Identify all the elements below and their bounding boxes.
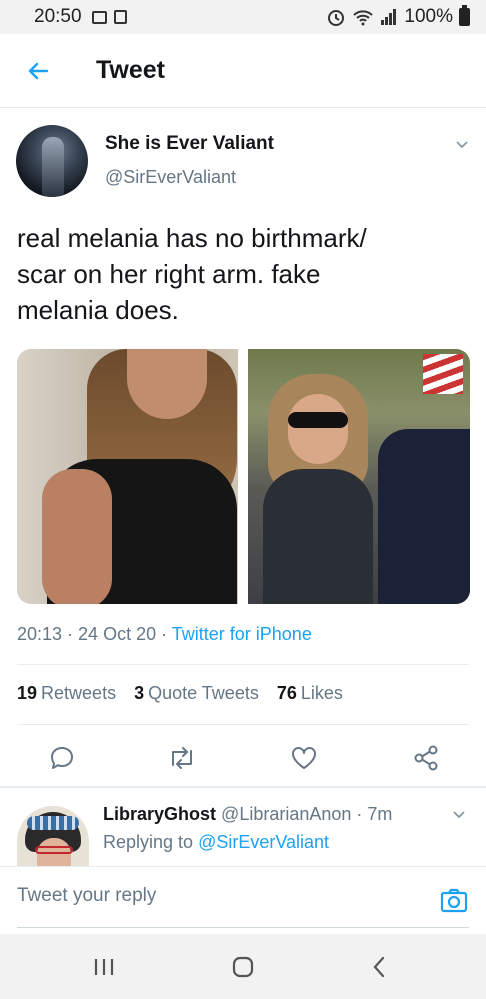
author-handle[interactable]: @SirEverValiant [105, 167, 236, 188]
tweet-stats: 19 Retweets 3 Quote Tweets 76 Likes [17, 683, 343, 704]
system-nav-bar [0, 934, 486, 999]
page-title: Tweet [96, 56, 165, 84]
section-divider [0, 786, 486, 788]
chevron-down-icon[interactable] [452, 808, 466, 822]
divider [17, 724, 469, 725]
battery-percent: 100% [404, 6, 453, 27]
status-bar: 20:50 100% [0, 0, 486, 34]
recent-apps-button[interactable] [91, 954, 117, 980]
replying-to: Replying to @SirEverValiant [103, 832, 330, 852]
author-name[interactable]: She is Ever Valiant [105, 133, 274, 155]
share-icon [414, 745, 438, 771]
back-arrow-icon[interactable] [26, 59, 50, 83]
tweet-text: real melania has no birthmark/ scar on h… [17, 220, 467, 328]
tweet-photo-1[interactable] [17, 349, 238, 604]
retweets-stat[interactable]: 19 Retweets [17, 683, 116, 704]
recent-apps-icon [94, 959, 114, 975]
tweet-photo-2[interactable] [248, 349, 470, 604]
tweet-source-link[interactable]: Twitter for iPhone [172, 624, 312, 644]
reply-input[interactable] [17, 885, 397, 907]
timestamp-text: 20:13 · 24 Oct 20 · [17, 624, 172, 644]
reply-button[interactable] [47, 743, 77, 773]
battery-icon [459, 5, 470, 26]
likes-stat[interactable]: 76 Likes [277, 683, 343, 704]
gallery-notification-icon [91, 10, 107, 24]
divider [17, 664, 469, 665]
reply-author-avatar[interactable] [17, 806, 89, 866]
reply-author-handle-time: @LibrarianAnon · 7m [221, 804, 393, 824]
chevron-down-icon[interactable] [455, 138, 469, 152]
app-notification-icon [113, 10, 127, 24]
like-icon [292, 747, 316, 769]
signal-icon [381, 9, 397, 25]
status-time: 20:50 [34, 6, 82, 27]
reply-icon [51, 747, 73, 769]
reply-header: LibraryGhost @LibrarianAnon · 7m [103, 804, 392, 825]
retweet-button[interactable] [167, 743, 197, 773]
author-avatar[interactable] [16, 125, 88, 197]
reply-compose-bar [0, 866, 486, 934]
tweet-text-line: real melania has no birthmark/ [17, 223, 367, 253]
retweet-icon [172, 747, 192, 769]
share-button[interactable] [411, 743, 441, 773]
back-button[interactable] [366, 954, 392, 980]
alarm-icon [328, 10, 345, 26]
top-app-bar: Tweet [0, 34, 486, 108]
reply-author-name[interactable]: LibraryGhost [103, 804, 216, 824]
back-icon [373, 956, 385, 978]
camera-icon[interactable] [440, 887, 468, 913]
replying-to-mention[interactable]: @SirEverValiant [198, 832, 329, 852]
wifi-icon [353, 10, 374, 26]
home-icon [232, 956, 254, 978]
tweet-text-line: melania does. [17, 295, 179, 325]
tweet-timestamp: 20:13 · 24 Oct 20 · Twitter for iPhone [17, 624, 312, 645]
home-button[interactable] [230, 954, 256, 980]
tweet-text-line: scar on her right arm. fake [17, 259, 321, 289]
quote-tweets-stat[interactable]: 3 Quote Tweets [134, 683, 259, 704]
like-button[interactable] [289, 743, 319, 773]
